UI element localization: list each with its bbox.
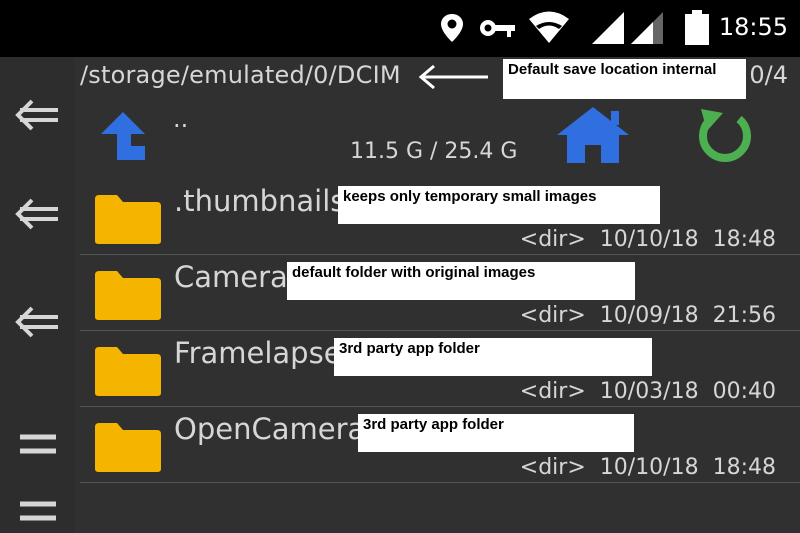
folder-icon [95,271,161,320]
folder-name: Framelapse [174,336,342,370]
up-folder-icon[interactable] [99,110,147,162]
folder-name: OpenCamera [174,412,366,446]
back-arrow-icon[interactable] [14,302,62,342]
clock: 18:55 [718,13,788,41]
list-item[interactable]: OpenCamera 3rd party app folder <dir> 10… [80,408,800,483]
folder-annotation: 3rd party app folder [358,414,634,452]
folder-meta: <dir> 10/09/18 21:56 [519,303,776,328]
current-path[interactable]: /storage/emulated/0/DCIM [80,61,401,89]
folder-icon [95,423,161,472]
left-sidebar [0,57,75,533]
folder-meta: <dir> 10/10/18 18:48 [519,455,776,480]
folder-annotation: default folder with original images [287,262,635,300]
location-icon [441,14,463,42]
menu-icon[interactable] [14,424,62,464]
back-arrow-icon[interactable] [14,194,62,234]
folder-annotation: keeps only temporary small images [338,186,660,224]
battery-icon [685,10,709,45]
folder-icon [95,195,161,244]
wifi-icon [529,11,569,43]
parent-directory-label[interactable]: .. [173,105,188,133]
back-arrow-icon[interactable] [14,95,62,135]
status-bar: 18:55 [0,0,800,57]
refresh-icon[interactable] [695,105,755,165]
cell-signal-2-icon [631,12,663,44]
folder-name: Camera [174,260,288,294]
list-item[interactable]: .thumbnails keeps only temporary small i… [80,180,800,255]
folder-name: .thumbnails [174,184,346,218]
folder-annotation: 3rd party app folder [334,338,652,376]
path-annotation: Default save location internal [503,59,746,99]
home-icon[interactable] [555,105,631,165]
folder-meta: <dir> 10/10/18 18:48 [519,227,776,252]
vpn-key-icon [480,20,515,37]
file-browser: /storage/emulated/0/DCIM Default save lo… [75,57,800,533]
storage-usage: 11.5 G / 25.4 G [350,139,518,164]
list-item[interactable]: Framelapse 3rd party app folder <dir> 10… [80,332,800,407]
menu-icon[interactable] [14,494,62,533]
cell-signal-icon [592,12,624,44]
folder-icon [95,347,161,396]
page-count: 0/4 [749,61,788,89]
folder-meta: <dir> 10/03/18 00:40 [519,379,776,404]
list-item[interactable]: Camera default folder with original imag… [80,256,800,331]
arrow-pointer-icon [418,64,488,90]
